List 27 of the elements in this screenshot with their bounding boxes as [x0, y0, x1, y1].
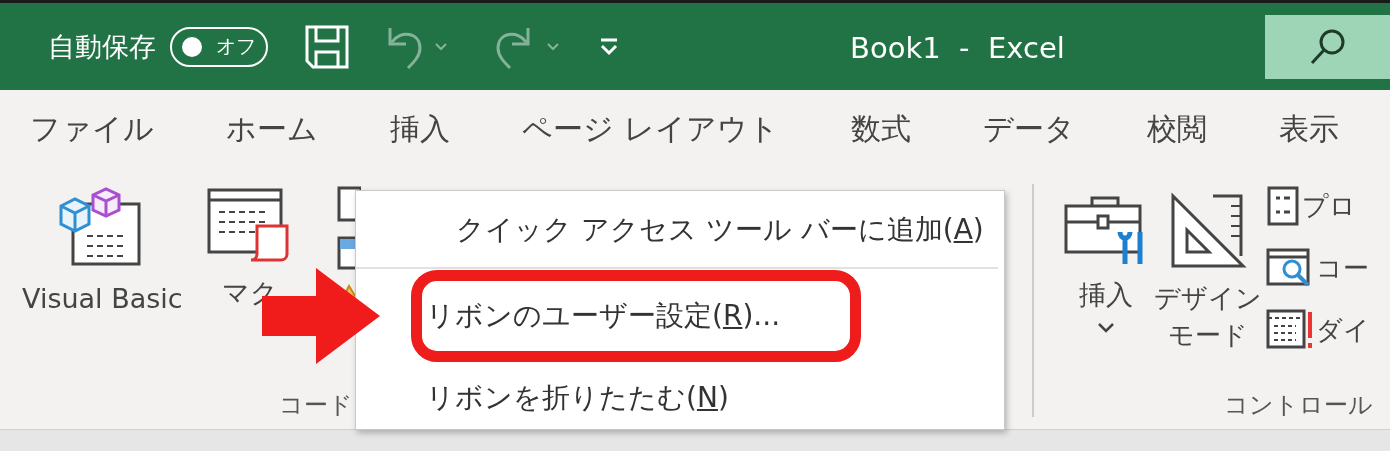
ribbon-tab[interactable]: 校閲: [1146, 109, 1207, 153]
ribbon-tab[interactable]: 表示: [1278, 109, 1339, 153]
insert-control-button[interactable]: 挿入: [1064, 192, 1148, 334]
dialog-icon: [1266, 308, 1314, 352]
ribbon-tab[interactable]: ファイル: [30, 109, 154, 153]
group-label: コントロール: [1223, 390, 1373, 421]
visual-basic-button[interactable]: Visual Basic: [22, 186, 183, 316]
chevron-down-icon: [1097, 321, 1115, 334]
save-icon[interactable]: [304, 23, 350, 70]
control-tool-button[interactable]: プロ: [1266, 182, 1370, 230]
customize-caret-icon[interactable]: [598, 36, 620, 57]
window-title: Book1 - Excel: [850, 31, 1065, 65]
control-tool-button[interactable]: ダイ: [1266, 306, 1370, 354]
control-tool-button[interactable]: コー: [1266, 244, 1370, 292]
ribbon-tab[interactable]: 数式: [850, 109, 911, 153]
ribbon-tab[interactable]: データ: [982, 109, 1075, 153]
group-label: コード: [279, 390, 353, 421]
menu-item[interactable]: クイック アクセス ツール バーに追加(A): [356, 193, 998, 269]
autosave-toggle[interactable]: オフ: [170, 26, 268, 67]
ribbon-tab[interactable]: ホーム: [226, 109, 318, 153]
search-button[interactable]: [1265, 15, 1390, 79]
design-mode-button[interactable]: デザイン モード: [1154, 192, 1262, 351]
menu-item[interactable]: リボンを折りたたむ(N): [356, 363, 1004, 433]
ribbon-tab[interactable]: ページ レイアウト: [522, 109, 779, 153]
autosave-label: 自動保存: [48, 29, 156, 64]
properties-icon: [1266, 186, 1300, 226]
ribbon-tab[interactable]: 挿入: [390, 109, 450, 153]
